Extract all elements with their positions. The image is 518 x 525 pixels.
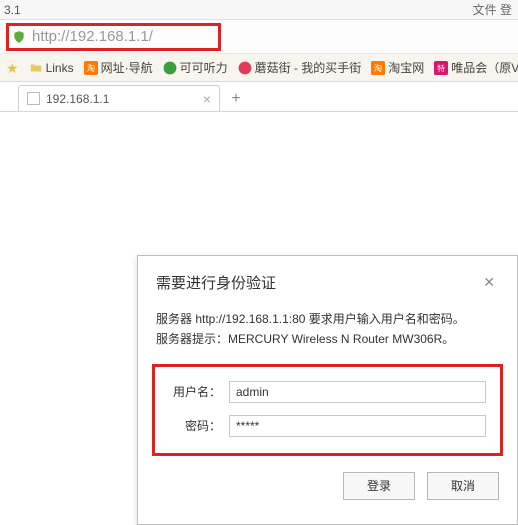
address-bar: http://192.168.1.1/	[0, 20, 518, 54]
login-button[interactable]: 登录	[343, 472, 415, 500]
bookmark-label: Links	[46, 61, 74, 75]
address-highlight: http://192.168.1.1/	[6, 23, 221, 51]
bookmark-label: 淘宝网	[388, 59, 424, 76]
site-icon	[238, 61, 252, 75]
dialog-footer: 登录 取消	[138, 456, 517, 500]
dialog-line1: 服务器 http://192.168.1.1:80 要求用户输入用户名和密码。	[156, 309, 499, 329]
site-icon	[163, 61, 177, 75]
dialog-body: 服务器 http://192.168.1.1:80 要求用户输入用户名和密码。 …	[138, 303, 517, 350]
folder-icon	[29, 61, 43, 75]
dialog-header: 需要进行身份验证 ✕	[138, 256, 517, 303]
tab-strip: 192.168.1.1 × +	[0, 82, 518, 112]
bookmark-nav[interactable]: 淘 网址·导航	[84, 59, 153, 76]
password-input[interactable]	[229, 415, 486, 437]
username-label: 用户名：	[169, 383, 229, 400]
bookmark-label: 唯品会（原V	[451, 59, 518, 76]
bookmark-keke[interactable]: 可可听力	[163, 59, 228, 76]
bookmark-label: 蘑菇街 - 我的买手街	[255, 59, 362, 76]
star-icon[interactable]: ★	[6, 61, 19, 75]
password-row: 密码：	[169, 415, 486, 437]
username-row: 用户名：	[169, 381, 486, 403]
tab-active[interactable]: 192.168.1.1 ×	[18, 85, 220, 111]
credentials-highlight: 用户名： 密码：	[152, 364, 503, 456]
bookmark-vip[interactable]: 特 唯品会（原V	[434, 59, 518, 76]
shield-icon	[12, 30, 26, 44]
window-top-bar: 3.1 文件 登	[0, 0, 518, 20]
site-icon: 淘	[371, 61, 385, 75]
page-icon	[27, 92, 40, 105]
cancel-button[interactable]: 取消	[427, 472, 499, 500]
close-icon[interactable]: ✕	[479, 272, 499, 293]
dialog-line2: 服务器提示：MERCURY Wireless N Router MW306R。	[156, 329, 499, 349]
svg-text:淘: 淘	[86, 62, 94, 72]
partial-text: 3.1	[4, 3, 21, 17]
address-url[interactable]: http://192.168.1.1/	[32, 28, 153, 45]
bookmark-links[interactable]: Links	[29, 61, 74, 75]
site-icon: 特	[434, 61, 448, 75]
bookmark-label: 可可听力	[180, 59, 228, 76]
bookmarks-bar: ★ Links 淘 网址·导航 可可听力 蘑菇街 - 我的买手街 淘 淘宝网 特…	[0, 54, 518, 82]
svg-text:淘: 淘	[374, 62, 382, 72]
close-icon[interactable]: ×	[203, 91, 211, 107]
svg-text:特: 特	[437, 62, 445, 72]
dialog-title: 需要进行身份验证	[156, 272, 276, 293]
bookmark-label: 网址·导航	[101, 59, 153, 76]
auth-dialog: 需要进行身份验证 ✕ 服务器 http://192.168.1.1:80 要求用…	[137, 255, 518, 525]
bookmark-mogujie[interactable]: 蘑菇街 - 我的买手街	[238, 59, 362, 76]
username-input[interactable]	[229, 381, 486, 403]
tab-title: 192.168.1.1	[46, 92, 109, 106]
bookmark-taobao[interactable]: 淘 淘宝网	[371, 59, 424, 76]
menu-partial: 文件 登	[473, 1, 518, 18]
password-label: 密码：	[169, 417, 229, 434]
new-tab-button[interactable]: +	[224, 87, 248, 111]
site-icon: 淘	[84, 61, 98, 75]
